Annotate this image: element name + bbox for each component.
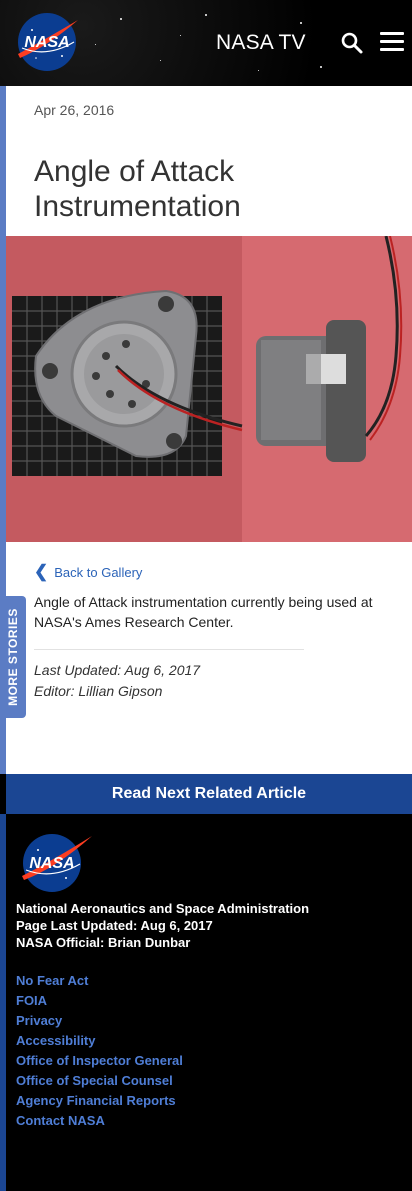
chevron-left-icon: ❮ (34, 562, 49, 581)
more-stories-tab[interactable]: MORE STORIES (0, 596, 26, 718)
footer-link-foia[interactable]: FOIA (16, 991, 183, 1011)
svg-text:NASA: NASA (24, 34, 69, 51)
footer-links: No Fear Act FOIA Privacy Accessibility O… (16, 971, 183, 1131)
back-to-gallery-link[interactable]: ❮ Back to Gallery (34, 562, 142, 582)
footer-link-accessibility[interactable]: Accessibility (16, 1031, 183, 1051)
footer-link-contact-nasa[interactable]: Contact NASA (16, 1111, 183, 1131)
nasa-official: NASA Official: Brian Dunbar (16, 935, 191, 950)
editor: Editor: Lillian Gipson (34, 683, 163, 699)
footer-link-financial-reports[interactable]: Agency Financial Reports (16, 1091, 183, 1111)
nasa-logo[interactable]: NASA (16, 830, 96, 894)
footer-org-info: National Aeronautics and Space Administr… (16, 900, 309, 951)
nasa-tv-link[interactable]: NASA TV (216, 31, 306, 55)
read-next-button[interactable]: Read Next Related Article (6, 774, 412, 814)
article-image[interactable] (6, 236, 412, 542)
search-icon[interactable] (340, 31, 364, 55)
org-name: National Aeronautics and Space Administr… (16, 901, 310, 916)
footer-link-inspector-general[interactable]: Office of Inspector General (16, 1051, 183, 1071)
footer-link-special-counsel[interactable]: Office of Special Counsel (16, 1071, 183, 1091)
page-title: Angle of Attack Instrumentation (34, 155, 241, 223)
nasa-logo[interactable]: NASA (14, 12, 80, 72)
footer-link-privacy[interactable]: Privacy (16, 1011, 183, 1031)
footer-link-no-fear-act[interactable]: No Fear Act (16, 971, 183, 991)
image-caption: Angle of Attack instrumentation currentl… (34, 594, 373, 630)
divider (34, 649, 304, 650)
more-stories-label: MORE STORIES (6, 608, 21, 706)
last-updated: Last Updated: Aug 6, 2017 (34, 662, 201, 678)
site-header: NASA NASA TV (0, 0, 412, 86)
hamburger-menu-icon[interactable] (380, 32, 404, 54)
back-link-label: Back to Gallery (54, 564, 143, 580)
page-last-updated: Page Last Updated: Aug 6, 2017 (16, 918, 213, 933)
footer-accent-bar (0, 814, 6, 1191)
article-date: Apr 26, 2016 (34, 102, 115, 118)
